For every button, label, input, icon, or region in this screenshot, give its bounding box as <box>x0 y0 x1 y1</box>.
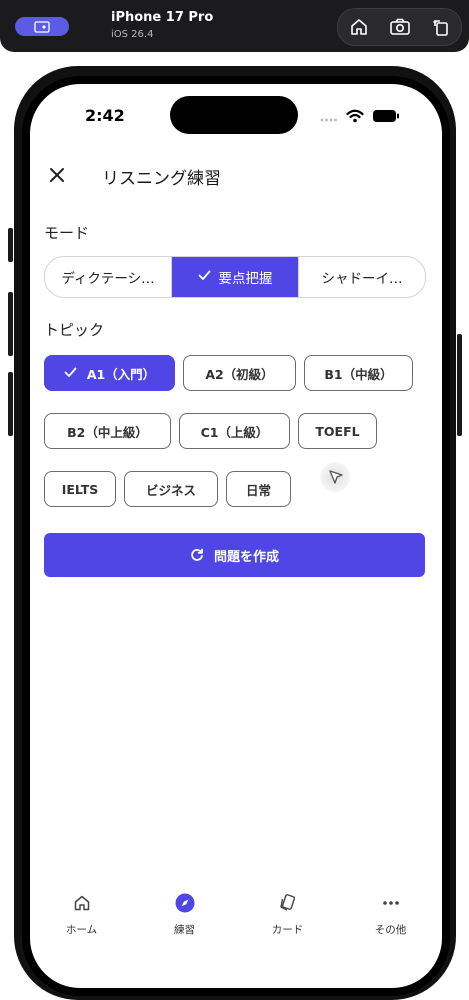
topic-chip-label: B1（中級） <box>324 366 393 382</box>
topic-chip-daily[interactable]: 日常 <box>226 471 291 507</box>
tab-label: ホーム <box>65 924 98 936</box>
topic-chip-c1[interactable]: C1（上級） <box>179 413 290 449</box>
tab-cards[interactable]: カード <box>236 884 339 954</box>
generate-button-label: 問題を作成 <box>213 549 279 565</box>
wifi-icon <box>346 108 364 127</box>
tab-label: その他 <box>374 924 407 936</box>
more-icon <box>380 892 402 914</box>
mode-option-label: シャドーイ… <box>321 271 403 287</box>
mode-option-shadowing[interactable]: シャドーイ… <box>298 257 425 297</box>
topic-chip-label: TOEFL <box>315 423 360 439</box>
mode-option-label: ディクテーシ… <box>61 271 155 287</box>
topic-chip-label: C1（上級） <box>200 424 269 440</box>
rotate-icon[interactable] <box>426 12 456 42</box>
home-icon[interactable] <box>344 12 374 42</box>
check-icon <box>64 366 77 381</box>
volume-up-button <box>8 292 13 356</box>
topic-chip-label: B2（中上級） <box>67 424 148 440</box>
signal-icon <box>320 108 338 127</box>
power-button <box>457 334 462 436</box>
mode-option-label: 要点把握 <box>218 271 273 287</box>
mode-segmented-control: ディクテーシ… 要点把握 シャドーイ… <box>44 256 426 298</box>
app-screen: 2:42 リスニング練習 モード ディクテーシ… 要点把握 シャドーイ… トピッ… <box>30 84 442 988</box>
mode-option-gist[interactable]: 要点把握 <box>171 257 298 297</box>
topic-chip-label: IELTS <box>61 481 99 497</box>
volume-down-button <box>8 372 13 436</box>
screen-icon[interactable] <box>15 17 69 36</box>
mode-label: モード <box>44 224 90 242</box>
tab-home[interactable]: ホーム <box>30 884 133 954</box>
pointer-cursor <box>320 462 350 492</box>
status-time: 2:42 <box>85 106 125 125</box>
simulator-toolbar: iPhone 17 Pro iOS 26.4 <box>0 0 469 52</box>
generate-questions-button[interactable]: 問題を作成 <box>44 533 425 577</box>
topic-chip-a2[interactable]: A2（初級） <box>183 355 296 391</box>
topic-chip-ielts[interactable]: IELTS <box>44 471 116 507</box>
topic-chip-label: A2（初級） <box>205 366 274 382</box>
close-icon[interactable] <box>44 162 70 188</box>
action-button <box>8 228 13 262</box>
topic-chip-business[interactable]: ビジネス <box>124 471 218 507</box>
cards-icon <box>277 892 299 914</box>
tab-more[interactable]: その他 <box>339 884 442 954</box>
mode-option-dictation[interactable]: ディクテーシ… <box>45 257 171 297</box>
topic-chip-label: 日常 <box>245 482 271 498</box>
home-icon <box>71 892 93 914</box>
topic-chip-b2[interactable]: B2（中上級） <box>44 413 171 449</box>
status-indicators <box>320 108 400 127</box>
topic-chip-a1[interactable]: A1（入門） <box>44 355 175 391</box>
topic-chip-toefl[interactable]: TOEFL <box>298 413 377 449</box>
simulator-controls <box>337 8 462 46</box>
dynamic-island <box>170 96 298 134</box>
topic-chip-b1[interactable]: B1（中級） <box>304 355 413 391</box>
check-icon <box>198 269 211 285</box>
tab-label: 練習 <box>174 924 195 936</box>
topic-chip-label: ビジネス <box>145 482 196 498</box>
tab-bar: ホーム 練習 カード その他 <box>30 884 442 954</box>
battery-icon <box>372 108 400 127</box>
os-version: iOS 26.4 <box>111 29 154 40</box>
page-title: リスニング練習 <box>102 169 221 189</box>
topic-label: トピック <box>44 321 105 339</box>
camera-icon[interactable] <box>385 12 415 42</box>
tab-practice[interactable]: 練習 <box>133 884 236 954</box>
tab-label: カード <box>271 924 304 936</box>
compass-icon <box>174 892 196 914</box>
device-name: iPhone 17 Pro <box>111 10 214 25</box>
refresh-icon <box>190 548 204 562</box>
topic-chip-label: A1（入門） <box>86 366 156 382</box>
